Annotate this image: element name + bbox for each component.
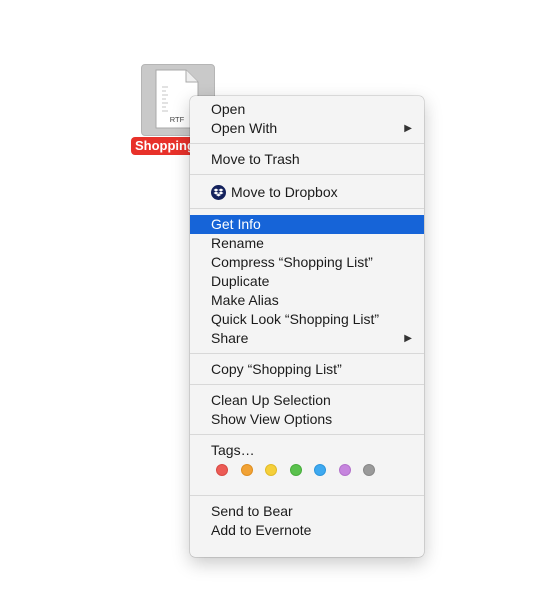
menu-item-label: Copy “Shopping List”: [211, 361, 342, 377]
menu-separator: [190, 208, 424, 209]
menu-item-label: Show View Options: [211, 411, 333, 427]
menu-item-open-with[interactable]: Open With ▶: [190, 119, 424, 138]
menu-item-label: Make Alias: [211, 292, 279, 308]
menu-separator: [190, 174, 424, 175]
submenu-arrow-icon: ▶: [404, 333, 412, 344]
menu-separator: [190, 353, 424, 354]
menu-item-label: Compress “Shopping List”: [211, 254, 373, 270]
menu-item-label: Get Info: [211, 216, 261, 232]
menu-item-open[interactable]: Open: [190, 100, 424, 119]
tag-purple-dot[interactable]: [338, 464, 351, 476]
dropbox-icon: [211, 185, 226, 200]
menu-item-get-info[interactable]: Get Info: [190, 215, 424, 234]
menu-item-show-view-options[interactable]: Show View Options: [190, 410, 424, 429]
menu-item-label: Open With: [211, 120, 278, 136]
menu-item-label: Move to Dropbox: [231, 184, 338, 200]
menu-item-duplicate[interactable]: Duplicate: [190, 272, 424, 291]
menu-item-label: Tags…: [211, 442, 255, 458]
menu-item-label: Rename: [211, 235, 264, 251]
tag-yellow-dot[interactable]: [265, 464, 277, 476]
context-menu: Open Open With ▶ Move to Trash Move to Dr…: [190, 96, 424, 557]
menu-item-tags[interactable]: Tags…: [190, 441, 424, 460]
submenu-arrow-icon: ▶: [404, 123, 412, 134]
tag-green-dot[interactable]: [289, 464, 302, 476]
menu-item-label: Send to Bear: [211, 503, 293, 519]
tag-red-dot[interactable]: [216, 464, 228, 476]
menu-item-label: Clean Up Selection: [211, 392, 331, 408]
menu-separator: [190, 495, 424, 496]
menu-item-quick-look[interactable]: Quick Look “Shopping List”: [190, 310, 424, 329]
file-name-label[interactable]: Shopping: [131, 137, 197, 155]
menu-item-move-to-trash[interactable]: Move to Trash: [190, 150, 424, 169]
menu-item-label: Quick Look “Shopping List”: [211, 311, 380, 327]
menu-item-share[interactable]: Share ▶: [190, 329, 424, 348]
tag-gray-dot[interactable]: [363, 464, 375, 476]
menu-item-compress[interactable]: Compress “Shopping List”: [190, 253, 424, 272]
menu-item-label: Move to Trash: [211, 151, 300, 167]
tag-color-row: [190, 460, 424, 490]
file-type-label: RTF: [170, 115, 185, 124]
menu-item-label: Open: [211, 101, 246, 117]
menu-item-label: Duplicate: [211, 273, 270, 289]
menu-separator: [190, 434, 424, 435]
menu-item-copy[interactable]: Copy “Shopping List”: [190, 360, 424, 379]
menu-item-label: Share: [211, 330, 249, 346]
menu-item-add-to-evernote[interactable]: Add to Evernote: [190, 521, 424, 540]
menu-separator: [190, 384, 424, 385]
tag-orange-dot[interactable]: [240, 464, 253, 476]
menu-item-clean-up-selection[interactable]: Clean Up Selection: [190, 391, 424, 410]
menu-item-label: Add to Evernote: [211, 522, 312, 538]
menu-item-send-to-bear[interactable]: Send to Bear: [190, 502, 424, 521]
menu-separator: [190, 143, 424, 144]
tag-blue-dot[interactable]: [314, 464, 326, 476]
menu-item-move-to-dropbox[interactable]: Move to Dropbox: [190, 181, 424, 203]
menu-item-rename[interactable]: Rename: [190, 234, 424, 253]
menu-item-make-alias[interactable]: Make Alias: [190, 291, 424, 310]
